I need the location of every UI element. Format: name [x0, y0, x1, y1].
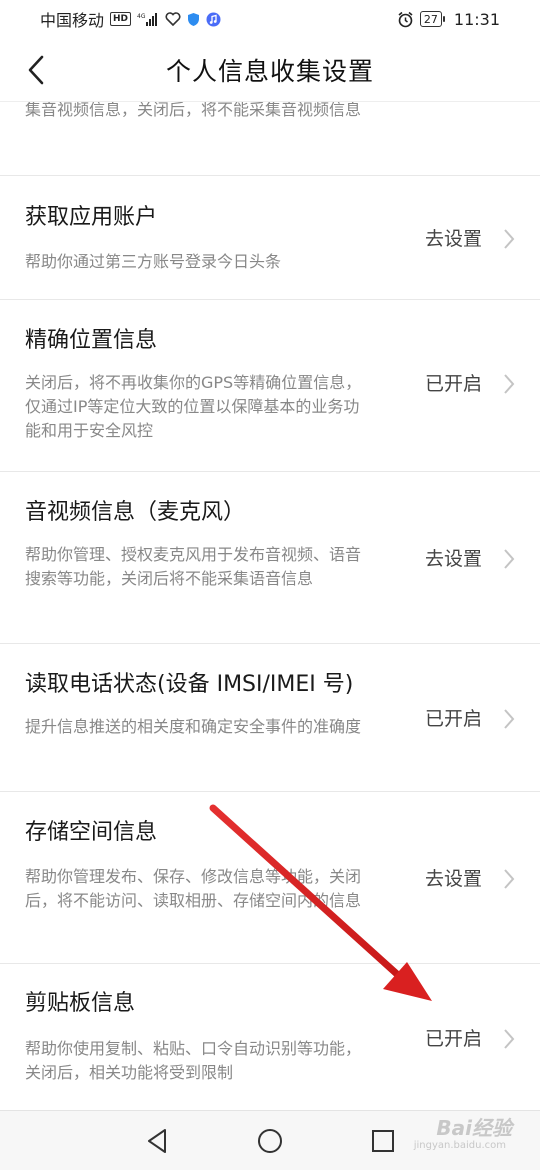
svg-text:4G: 4G	[137, 13, 146, 20]
item-title: 精确位置信息	[25, 328, 158, 353]
item-description: 帮助你管理、授权麦克风用于发布音视频、语音搜索等功能，关闭后将不能采集语音信息	[25, 545, 362, 588]
clock: 11:31	[453, 9, 500, 29]
hd-badge: HD	[110, 12, 132, 26]
item-title: 读取电话状态(设备 IMSI/IMEI 号)	[25, 672, 354, 697]
carrier-label: 中国移动	[40, 11, 105, 30]
item-status: 已开启	[424, 1028, 482, 1050]
status-right: 27 11:31	[397, 10, 500, 29]
item-status: 已开启	[424, 373, 482, 395]
setting-item-clipboard[interactable]: 剪贴板信息 帮助你使用复制、粘贴、口令自动识别等功能，关闭后，相关功能将受到限制…	[0, 964, 540, 1110]
battery-indicator: 27	[419, 11, 445, 27]
nav-home-button[interactable]	[250, 1121, 290, 1161]
item-description: 帮助你通过第三方账号登录今日头条	[25, 252, 282, 271]
chevron-right-icon	[504, 709, 515, 729]
item-title: 音视频信息（麦克风）	[25, 500, 246, 525]
status-left: 中国移动 HD 4G	[40, 7, 221, 31]
item-title: 存储空间信息	[25, 820, 158, 845]
watermark-logo: Bai经验	[436, 1116, 512, 1140]
setting-item-phone-state[interactable]: 读取电话状态(设备 IMSI/IMEI 号) 提升信息推送的相关度和确定安全事件…	[0, 644, 540, 792]
item-title: 剪贴板信息	[25, 991, 136, 1016]
chevron-right-icon	[504, 869, 515, 889]
alarm-icon	[397, 11, 414, 28]
chevron-right-icon	[504, 229, 515, 249]
item-description: 帮助你管理发布、保存、修改信息等功能，关闭后，将不能访问、读取相册、存储空间内的…	[25, 867, 362, 910]
signal-icon: 4G	[137, 12, 159, 26]
status-bar: 中国移动 HD 4G 27 11:31	[0, 0, 540, 38]
nav-recents-square-icon	[372, 1129, 395, 1152]
music-icon	[206, 12, 221, 27]
item-description: 关闭后，将不再收集你的GPS等精确位置信息，仅通过IP等定位大致的位置以保障基本…	[25, 373, 362, 440]
settings-list[interactable]: 集音视频信息，关闭后，将不能采集音视频信息 获取应用账户 帮助你通过第三方账号登…	[0, 102, 540, 1110]
nav-back-button[interactable]	[137, 1121, 177, 1161]
shield-icon	[187, 12, 200, 27]
list-item-partial[interactable]: 集音视频信息，关闭后，将不能采集音视频信息	[0, 102, 540, 176]
page-title: 个人信息收集设置	[165, 56, 374, 86]
item-status: 去设置	[424, 548, 482, 570]
item-description: 帮助你使用复制、粘贴、口令自动识别等功能，关闭后，相关功能将受到限制	[25, 1039, 362, 1082]
item-description: 集音视频信息，关闭后，将不能采集音视频信息	[25, 102, 362, 119]
setting-item-app-account[interactable]: 获取应用账户 帮助你通过第三方账号登录今日头条 去设置	[0, 176, 540, 300]
setting-item-storage[interactable]: 存储空间信息 帮助你管理发布、保存、修改信息等功能，关闭后，将不能访问、读取相册…	[0, 792, 540, 964]
nav-recents-button[interactable]	[363, 1121, 403, 1161]
nav-home-circle-icon	[257, 1128, 282, 1153]
chevron-right-icon	[504, 549, 515, 569]
setting-item-location[interactable]: 精确位置信息 关闭后，将不再收集你的GPS等精确位置信息，仅通过IP等定位大致的…	[0, 300, 540, 472]
chevron-right-icon	[504, 1029, 515, 1049]
back-chevron-icon	[28, 55, 44, 85]
item-status: 已开启	[424, 708, 482, 730]
item-status: 去设置	[424, 868, 482, 890]
item-title: 获取应用账户	[25, 205, 158, 230]
chevron-right-icon	[504, 374, 515, 394]
setting-item-microphone[interactable]: 音视频信息（麦克风） 帮助你管理、授权麦克风用于发布音视频、语音搜索等功能，关闭…	[0, 472, 540, 644]
nav-back-triangle-icon	[147, 1128, 166, 1153]
watermark-url: jingyan.baidu.com	[413, 1140, 506, 1151]
nav-header: 个人信息收集设置	[0, 38, 540, 102]
back-button[interactable]	[18, 52, 54, 88]
heart-icon	[165, 12, 181, 26]
item-status: 去设置	[424, 228, 482, 250]
item-description: 提升信息推送的相关度和确定安全事件的准确度	[25, 717, 362, 736]
